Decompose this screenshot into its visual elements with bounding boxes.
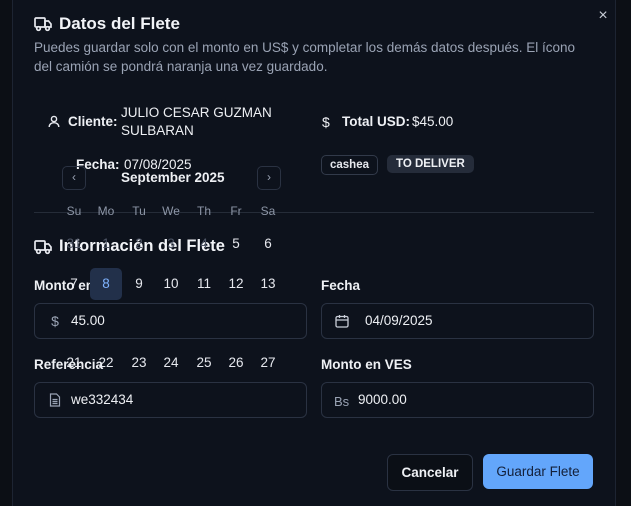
truck-icon [34,16,52,32]
monto-usd-input[interactable]: $ 45.00 [34,303,307,339]
weekday-th: Th [196,204,211,218]
dollar-icon: $ [51,313,59,329]
calendar-prev-button[interactable]: ‹ [62,166,86,190]
weekday-tu: Tu [132,204,146,218]
truck-icon [34,239,52,255]
monto-ves-label: Monto en VES [321,357,412,372]
fecha-input[interactable]: 04/09/2025 [321,303,594,339]
total-label: Total USD: [342,114,410,129]
monto-ves-value: 9000.00 [358,392,407,407]
calendar-day[interactable]: 27 [252,347,284,379]
bolivar-icon: Bs [334,394,350,409]
calendar-day[interactable]: 4 [188,228,220,260]
calendar-day-selected[interactable]: 8 [90,268,122,300]
user-icon [48,115,60,128]
cliente-name-line2: SULBARAN [121,123,194,138]
calendar-next-button[interactable]: › [257,166,281,190]
dialog-title: Datos del Flete [59,14,180,33]
cancel-button[interactable]: Cancelar [387,454,473,491]
calendar-day[interactable]: 22 [90,347,122,379]
calendar-day[interactable]: 12 [220,268,252,300]
save-button[interactable]: Guardar Flete [483,454,593,489]
monto-usd-value: 45.00 [71,313,105,328]
calendar-month-title: September 2025 [121,170,225,185]
fecha-label: Fecha [321,278,361,293]
calendar-day[interactable]: 23 [123,347,155,379]
weekday-su: Su [66,204,82,218]
calendar-day[interactable]: 13 [252,268,284,300]
calendar-day[interactable]: 6 [252,228,284,260]
referencia-value: we332434 [71,392,134,407]
total-value: $45.00 [412,114,454,129]
calendar-day[interactable]: 11 [188,268,220,300]
weekday-we: We [162,204,180,218]
weekday-sa: Sa [260,204,276,218]
calendar-day[interactable]: 7 [58,268,90,300]
calendar-day[interactable]: 25 [188,347,220,379]
calendar-icon [334,313,350,329]
calendar-day[interactable]: 10 [155,268,187,300]
calendar-day[interactable]: 9 [123,268,155,300]
calendar-day[interactable]: 5 [220,228,252,260]
badge-cashea: cashea [321,155,379,175]
referencia-input[interactable]: we332434 [34,382,307,418]
cliente-label: Cliente: [68,114,118,129]
weekday-mo: Mo [97,204,115,218]
calendar-day[interactable]: 21 [58,347,90,379]
calendar-day[interactable]: 31 [58,228,90,260]
calendar-day[interactable]: 2 [123,228,155,260]
calendar-day[interactable]: 1 [90,228,122,260]
fecha-value: 04/09/2025 [365,313,433,328]
calendar-day[interactable]: 24 [155,347,187,379]
cliente-name-line1: JULIO CESAR GUZMAN [121,105,272,120]
close-icon[interactable]: × [593,7,613,27]
dialog-description: Puedes guardar solo con el monto en US$ … [34,40,576,74]
monto-ves-input[interactable]: Bs 9000.00 [321,382,594,418]
document-icon [47,392,63,408]
badge-status: TO DELIVER [387,155,474,173]
weekday-fr: Fr [230,204,242,218]
calendar-day[interactable]: 3 [155,228,187,260]
calendar-day[interactable]: 26 [220,347,252,379]
dollar-icon: $ [322,114,330,130]
